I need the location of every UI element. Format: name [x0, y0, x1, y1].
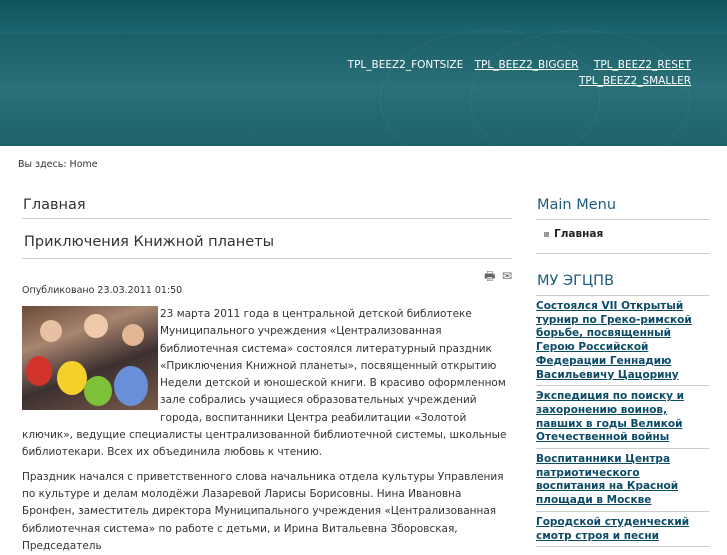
article-title[interactable]: Приключения Книжной планеты	[22, 219, 512, 259]
font-reset-link[interactable]: TPL_BEEZ2_RESET	[594, 59, 691, 71]
news-link[interactable]: Городской студенческий смотр строя и пес…	[536, 516, 689, 542]
list-item: Экспедиция по поиску и захоронению воино…	[536, 386, 709, 450]
font-smaller-link[interactable]: TPL_BEEZ2_SMALLER	[579, 75, 691, 87]
email-icon[interactable]: ✉	[502, 269, 512, 283]
font-size-controls: TPL_BEEZ2_FONTSIZE TPL_BEEZ2_BIGGER TPL_…	[348, 57, 691, 89]
news-link[interactable]: Воспитанники Центра патриотического восп…	[536, 453, 678, 506]
news-list: Состоялся VII Открытый турнир по Греко-р…	[536, 296, 709, 548]
menu-title: Main Menu	[536, 190, 709, 220]
article-body: 23 марта 2011 года в центральной детской…	[22, 306, 512, 555]
article-tools: 🖶 ✉	[22, 259, 512, 283]
site-header: TPL_BEEZ2_FONTSIZE TPL_BEEZ2_BIGGER TPL_…	[0, 0, 727, 146]
article-photo	[22, 306, 158, 410]
news-link[interactable]: Состоялся VII Открытый турнир по Греко-р…	[536, 300, 692, 381]
bullet-icon	[544, 231, 549, 237]
breadcrumb: Вы здесь: Home	[18, 159, 98, 170]
list-item: Воспитанники Центра патриотического восп…	[536, 449, 709, 512]
sidebar: Main Menu Главная МУ ЭГЦПВ Состоялся VII…	[536, 190, 709, 548]
page-heading: Главная	[22, 190, 512, 219]
menu-item-home[interactable]: Главная	[536, 220, 709, 254]
published-date: Опубликовано 23.03.2011 01:50	[22, 285, 183, 296]
font-size-label: TPL_BEEZ2_FONTSIZE	[347, 59, 464, 71]
list-item: Состоялся VII Открытый турнир по Греко-р…	[536, 296, 709, 387]
list-item: Городской студенческий смотр строя и пес…	[536, 512, 709, 548]
news-title: МУ ЭГЦПВ	[536, 254, 709, 296]
header-top-band	[0, 0, 727, 34]
article-paragraph: Праздник начался с приветственного слова…	[22, 470, 504, 552]
print-icon[interactable]: 🖶	[484, 267, 495, 288]
main-content: Главная Приключения Книжной планеты 🖶 ✉ …	[22, 190, 512, 555]
menu-item-label: Главная	[554, 228, 604, 240]
font-bigger-link[interactable]: TPL_BEEZ2_BIGGER	[475, 59, 579, 71]
news-link[interactable]: Экспедиция по поиску и захоронению воино…	[536, 390, 684, 443]
